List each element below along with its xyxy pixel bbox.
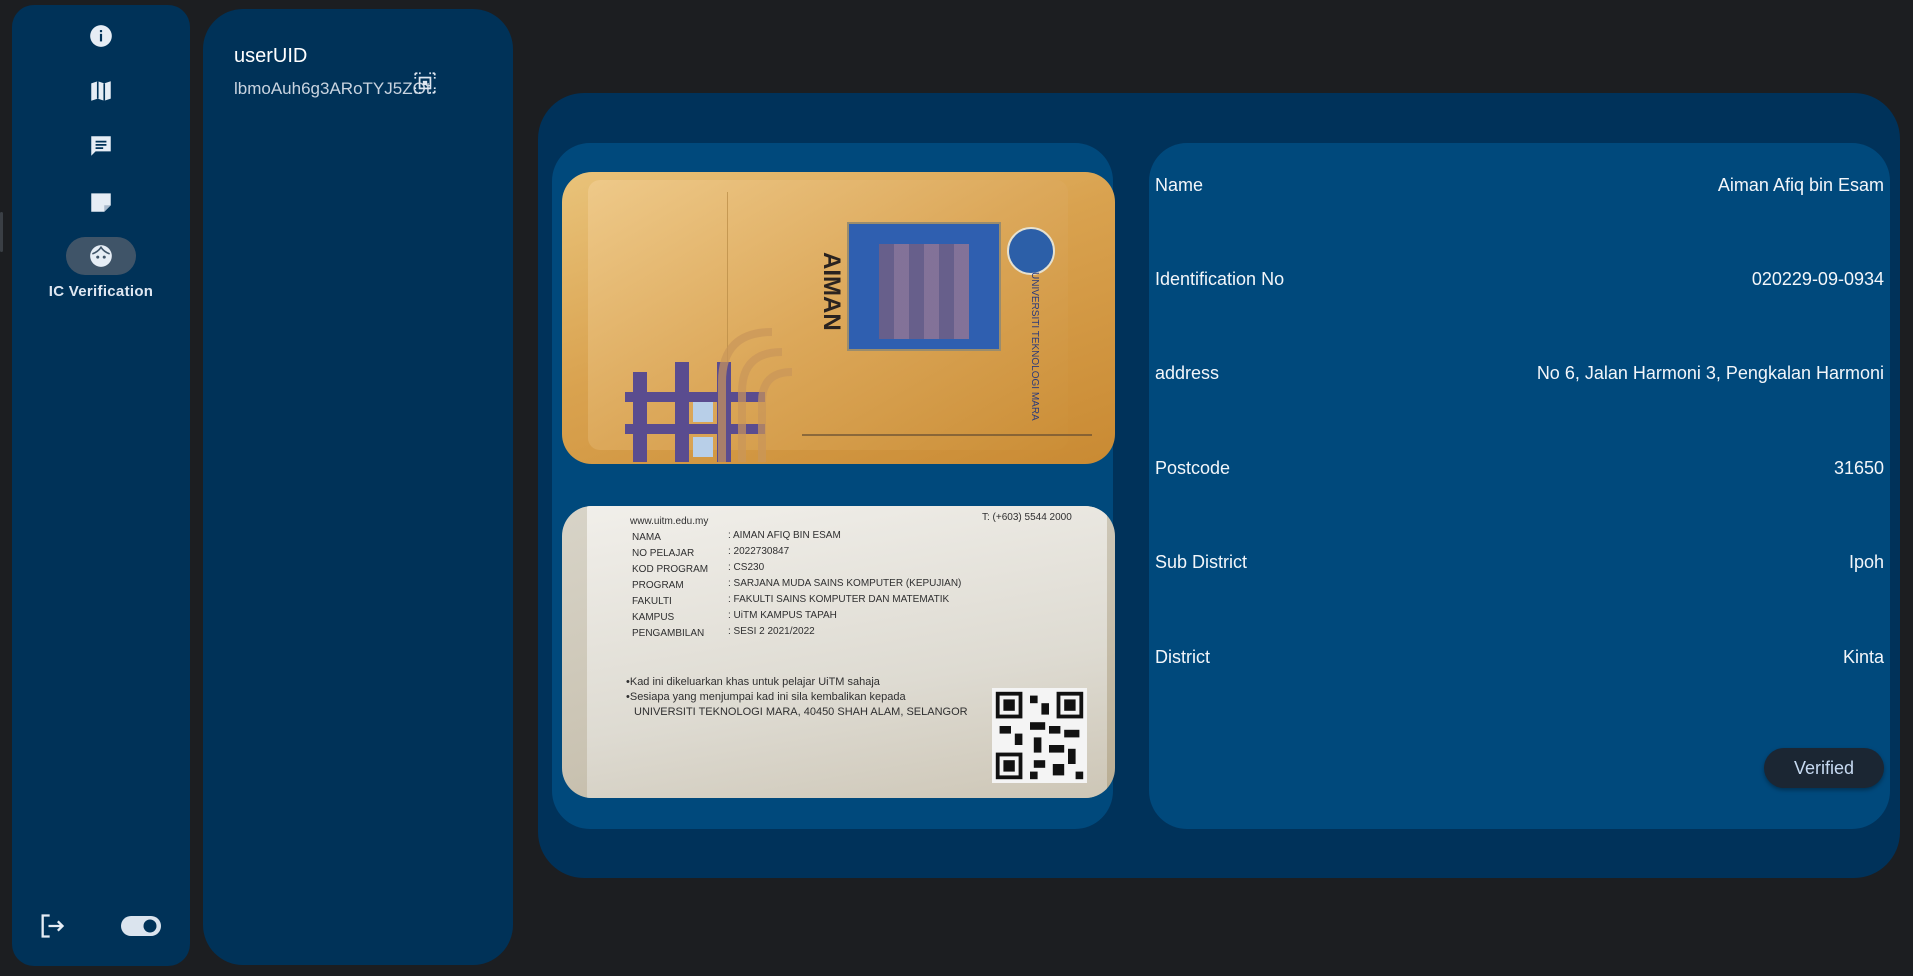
map-icon bbox=[87, 77, 115, 105]
verification-panel: AIMAN UNIVERSITI TEKNOLOGI MARA www.uitm… bbox=[538, 93, 1900, 878]
detail-label: Postcode bbox=[1155, 458, 1231, 478]
detail-row-district: District Kinta bbox=[1155, 647, 1884, 668]
user-list-pane: userUID lbmoAuh6g3ARoTYJ5ZOt bbox=[203, 9, 513, 965]
detail-label: Identification No bbox=[1155, 269, 1285, 289]
nav-item-ic-verification[interactable]: IC Verification bbox=[12, 237, 190, 300]
list-item-title: userUID bbox=[234, 45, 308, 67]
scan-icon[interactable] bbox=[412, 70, 438, 96]
verified-button[interactable]: Verified bbox=[1764, 748, 1884, 788]
back-value-fakulti: : FAKULTI SAINS KOMPUTER DAN MATEMATIK bbox=[728, 594, 950, 605]
id-photo bbox=[847, 222, 1001, 351]
back-label-program: PROGRAM bbox=[632, 580, 684, 591]
back-value-kod: : CS230 bbox=[728, 562, 765, 573]
detail-row-identification: Identification No 020229-09-0934 bbox=[1155, 269, 1884, 290]
nav-item-notes[interactable] bbox=[12, 188, 190, 216]
nav-label-ic-verification: IC Verification bbox=[48, 283, 154, 300]
back-label-pengambilan: PENGAMBILAN bbox=[632, 628, 705, 639]
back-note-2: •Sesiapa yang menjumpai kad ini sila kem… bbox=[626, 691, 906, 703]
window-edge-handle bbox=[0, 212, 3, 252]
back-label-kod: KOD PROGRAM bbox=[632, 564, 709, 575]
logout-icon[interactable] bbox=[38, 912, 66, 945]
detail-row-postcode: Postcode 31650 bbox=[1155, 458, 1884, 479]
active-indicator bbox=[66, 237, 136, 275]
ic-front-image[interactable]: AIMAN UNIVERSITI TEKNOLOGI MARA bbox=[562, 172, 1115, 464]
face-icon bbox=[87, 242, 115, 270]
card-name-vertical: AIMAN bbox=[818, 252, 845, 331]
university-name: UNIVERSITI TEKNOLOGI MARA bbox=[1029, 272, 1040, 421]
back-value-pengambilan: : SESI 2 2021/2022 bbox=[728, 626, 815, 637]
detail-label: Name bbox=[1155, 175, 1204, 195]
detail-value: 31650 bbox=[1833, 458, 1884, 478]
info-icon bbox=[87, 22, 115, 50]
ic-images-card: AIMAN UNIVERSITI TEKNOLOGI MARA www.uitm… bbox=[552, 143, 1115, 829]
back-value-no-pelajar: : 2022730847 bbox=[728, 546, 790, 557]
back-value-kampus: : UiTM KAMPUS TAPAH bbox=[728, 610, 837, 621]
university-logo bbox=[1007, 227, 1055, 275]
ic-details-card: Name Aiman Afiq bin Esam Identification … bbox=[1149, 143, 1890, 829]
nav-item-info[interactable] bbox=[12, 22, 190, 50]
detail-label: address bbox=[1155, 363, 1220, 383]
blurred-face bbox=[879, 244, 969, 339]
back-note-3: UNIVERSITI TEKNOLOGI MARA, 40450 SHAH AL… bbox=[634, 706, 968, 718]
rail-footer bbox=[12, 906, 190, 946]
navigation-rail: IC Verification bbox=[12, 5, 190, 966]
detail-row-sub-district: Sub District Ipoh bbox=[1155, 552, 1884, 573]
list-item[interactable]: userUID lbmoAuh6g3ARoTYJ5ZOt bbox=[234, 45, 494, 101]
qr-code bbox=[992, 688, 1087, 783]
back-value-nama: : AIMAN AFIQ BIN ESAM bbox=[728, 530, 841, 541]
list-item-uid: lbmoAuh6g3ARoTYJ5ZOt bbox=[234, 79, 431, 98]
card-bottom-line bbox=[802, 434, 1092, 436]
back-website: www.uitm.edu.my bbox=[630, 516, 709, 527]
detail-value: Ipoh bbox=[1848, 552, 1884, 572]
note-icon bbox=[87, 188, 115, 216]
back-label-nama: NAMA bbox=[632, 532, 661, 543]
ic-back-image[interactable]: www.uitm.edu.my T: (+603) 5544 2000 NAMA… bbox=[562, 506, 1115, 798]
back-phone: T: (+603) 5544 2000 bbox=[982, 512, 1072, 523]
detail-value: No 6, Jalan Harmoni 3, Pengkalan Harmoni bbox=[1536, 363, 1884, 383]
back-label-fakulti: FAKULTI bbox=[632, 596, 672, 607]
back-label-no-pelajar: NO PELAJAR bbox=[632, 548, 695, 559]
detail-label: District bbox=[1155, 647, 1210, 667]
detail-row-address: address No 6, Jalan Harmoni 3, Pengkalan… bbox=[1155, 363, 1884, 384]
detail-value: 020229-09-0934 bbox=[1751, 269, 1884, 289]
detail-label: Sub District bbox=[1155, 552, 1248, 572]
nav-item-messages[interactable] bbox=[12, 132, 190, 160]
back-value-program: : SARJANA MUDA SAINS KOMPUTER (KEPUJIAN) bbox=[728, 578, 962, 589]
back-label-kampus: KAMPUS bbox=[632, 612, 675, 623]
theme-toggle[interactable] bbox=[120, 915, 162, 942]
back-note-1: •Kad ini dikeluarkan khas untuk pelajar … bbox=[626, 676, 880, 688]
chat-icon bbox=[87, 132, 115, 160]
detail-value: Kinta bbox=[1842, 647, 1884, 667]
nav-item-map[interactable] bbox=[12, 77, 190, 105]
detail-row-name: Name Aiman Afiq bin Esam bbox=[1155, 175, 1884, 196]
detail-value: Aiman Afiq bin Esam bbox=[1717, 175, 1884, 195]
card-arc-graphic bbox=[718, 328, 793, 462]
